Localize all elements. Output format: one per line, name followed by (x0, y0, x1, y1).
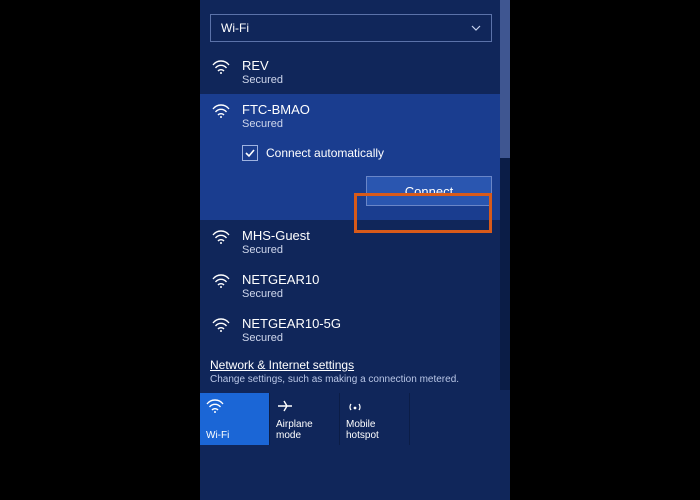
wifi-icon (210, 316, 232, 344)
auto-connect-row[interactable]: Connect automatically (242, 145, 492, 161)
network-status: Secured (242, 74, 283, 86)
connect-label: Connect (405, 184, 453, 199)
network-flyout: Wi-Fi REV Secured FTC-BMAO (200, 0, 510, 500)
tile-hotspot[interactable]: Mobile hotspot (340, 393, 410, 445)
network-list: REV Secured FTC-BMAO Secured Connect aut… (200, 50, 510, 352)
network-name: FTC-BMAO (242, 102, 492, 117)
network-item[interactable]: REV Secured (200, 50, 510, 94)
network-name: REV (242, 58, 283, 73)
adapter-label: Wi-Fi (221, 21, 249, 35)
chevron-down-icon (471, 23, 481, 33)
network-item[interactable]: NETGEAR10 Secured (200, 264, 510, 308)
wifi-icon (210, 228, 232, 256)
auto-connect-label: Connect automatically (266, 146, 384, 160)
settings-sub: Change settings, such as making a connec… (210, 374, 500, 385)
network-status: Secured (242, 118, 492, 130)
wifi-icon (210, 102, 232, 206)
tile-wifi[interactable]: Wi-Fi (200, 393, 270, 445)
connect-button[interactable]: Connect (366, 176, 492, 206)
network-name: NETGEAR10-5G (242, 316, 341, 331)
network-status: Secured (242, 332, 341, 344)
airplane-icon (276, 397, 333, 415)
hotspot-icon (346, 397, 403, 415)
wifi-icon (206, 397, 263, 415)
quick-action-bar: Wi-Fi Airplane mode Mobile hotspot (200, 393, 510, 445)
network-status: Secured (242, 244, 310, 256)
network-item[interactable]: NETGEAR10-5G Secured (200, 308, 510, 352)
network-status: Secured (242, 288, 319, 300)
checkmark-icon (244, 147, 256, 159)
adapter-select[interactable]: Wi-Fi (210, 14, 492, 42)
wifi-icon (210, 58, 232, 86)
settings-block: Network & Internet settings Change setti… (200, 352, 510, 389)
network-name: NETGEAR10 (242, 272, 319, 287)
wifi-icon (210, 272, 232, 300)
tile-label: Wi-Fi (206, 431, 263, 442)
auto-connect-checkbox[interactable] (242, 145, 258, 161)
network-name: MHS-Guest (242, 228, 310, 243)
tile-label: Airplane mode (276, 420, 333, 441)
scrollbar-thumb[interactable] (500, 0, 510, 158)
scroll-area: Wi-Fi REV Secured FTC-BMAO (200, 0, 510, 352)
network-item[interactable]: MHS-Guest Secured (200, 220, 510, 264)
tile-airplane[interactable]: Airplane mode (270, 393, 340, 445)
network-item-selected[interactable]: FTC-BMAO Secured Connect automatically C… (200, 94, 510, 220)
network-settings-link[interactable]: Network & Internet settings (210, 358, 500, 372)
tile-label: Mobile hotspot (346, 420, 403, 441)
